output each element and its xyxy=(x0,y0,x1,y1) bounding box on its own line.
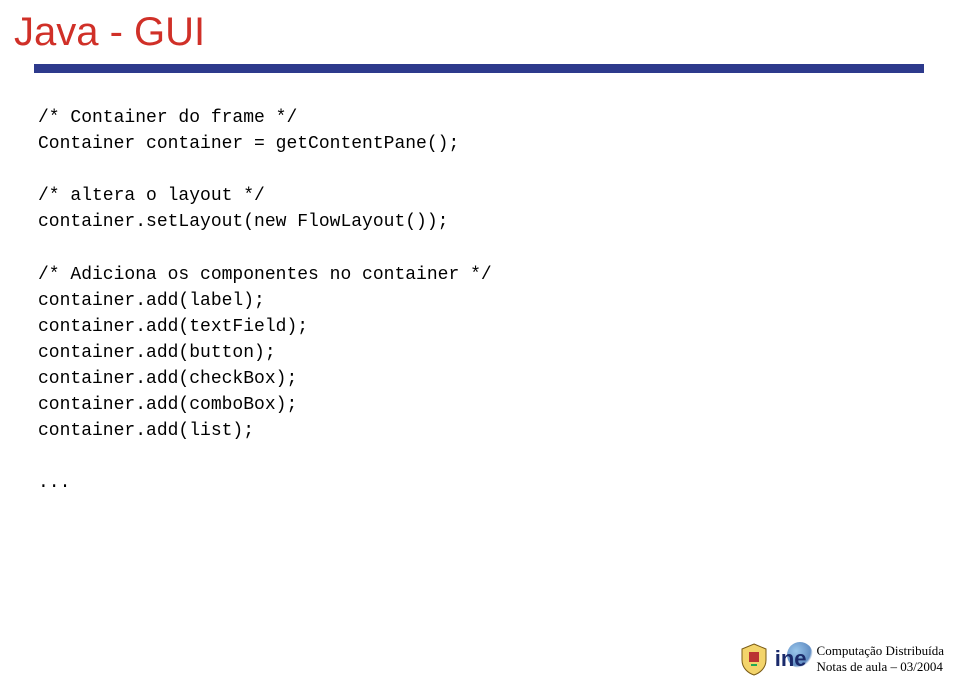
footer-line-1: Computação Distribuída xyxy=(817,643,944,659)
code-block: /* Container do frame */ Container conta… xyxy=(38,105,492,496)
footer-line-2: Notas de aula – 03/2004 xyxy=(817,659,944,675)
code-line: /* Container do frame */ xyxy=(38,108,297,128)
footer-text: Computação Distribuída Notas de aula – 0… xyxy=(817,643,944,676)
code-line: container.add(label); xyxy=(38,291,265,311)
code-line: container.add(textField); xyxy=(38,317,308,337)
slide-footer: ine Computação Distribuída Notas de aula… xyxy=(739,642,944,676)
code-line: container.add(checkBox); xyxy=(38,369,297,389)
slide-title: Java - GUI xyxy=(14,10,205,55)
code-line: container.setLayout(new FlowLayout()); xyxy=(38,212,448,232)
slide-container: Java - GUI /* Container do frame */ Cont… xyxy=(0,0,960,688)
code-line: container.add(list); xyxy=(38,421,254,441)
footer-logos: ine xyxy=(739,642,807,676)
code-line: /* Adiciona os componentes no container … xyxy=(38,265,492,285)
code-line: Container container = getContentPane(); xyxy=(38,134,459,154)
crest-icon xyxy=(739,642,769,676)
ine-logo-text: ine xyxy=(775,646,807,672)
title-underline xyxy=(34,64,924,73)
code-line: /* altera o layout */ xyxy=(38,186,265,206)
code-line: container.add(button); xyxy=(38,343,276,363)
ine-logo: ine xyxy=(775,646,807,672)
code-line: ... xyxy=(38,473,70,493)
code-line: container.add(comboBox); xyxy=(38,395,297,415)
